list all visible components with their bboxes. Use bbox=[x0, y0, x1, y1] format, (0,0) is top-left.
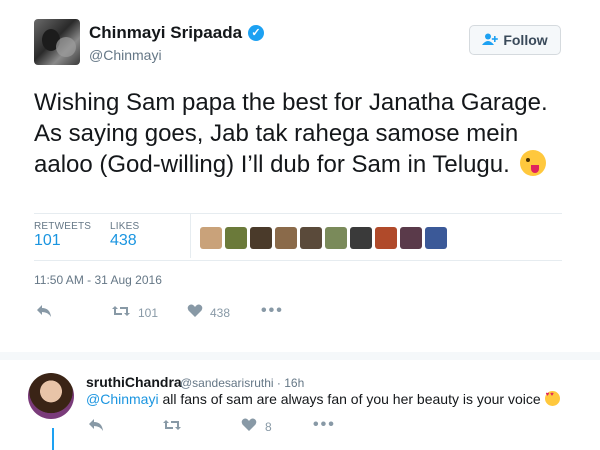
liker-avatar[interactable] bbox=[350, 227, 372, 249]
follow-person-icon bbox=[482, 33, 499, 48]
reply-author-name[interactable]: sruthiChandra bbox=[86, 374, 182, 390]
retweet-count: 101 bbox=[138, 306, 159, 320]
liker-avatar[interactable] bbox=[225, 227, 247, 249]
liker-avatar[interactable] bbox=[425, 227, 447, 249]
reply-author-avatar[interactable] bbox=[28, 373, 74, 419]
like-count: 438 bbox=[210, 306, 231, 320]
retweets-label: RETWEETS bbox=[34, 221, 92, 232]
author-name[interactable]: Chinmayi Sripaada bbox=[89, 23, 242, 43]
follow-button[interactable]: Follow bbox=[469, 25, 561, 55]
section-separator bbox=[0, 352, 600, 360]
likes-count: 438 bbox=[110, 232, 137, 249]
heart-eyes-emoji-icon bbox=[544, 391, 560, 406]
liker-avatar[interactable] bbox=[200, 227, 222, 249]
author-avatar[interactable] bbox=[34, 19, 80, 65]
liker-avatar[interactable] bbox=[250, 227, 272, 249]
divider-top bbox=[34, 213, 562, 214]
reply-time[interactable]: 16h bbox=[284, 376, 304, 390]
likers-avatars bbox=[200, 227, 447, 249]
author-handle[interactable]: @Chinmayi bbox=[89, 47, 162, 63]
heart-icon[interactable] bbox=[241, 418, 257, 437]
reply-mention-link[interactable]: @Chinmayi bbox=[86, 391, 159, 407]
reply-body: all fans of sam are always fan of you he… bbox=[158, 391, 541, 407]
likes-stat[interactable]: LIKES 438 bbox=[110, 221, 139, 250]
tweet-text: Wishing Sam papa the best for Janatha Ga… bbox=[34, 87, 554, 180]
liker-avatar[interactable] bbox=[375, 227, 397, 249]
divider-bottom bbox=[34, 260, 562, 261]
verified-badge-icon: ✓ bbox=[248, 25, 264, 41]
heart-icon[interactable] bbox=[187, 304, 203, 323]
reply-author-handle[interactable]: @sandesarisruthi bbox=[180, 376, 274, 390]
retweet-icon[interactable] bbox=[111, 304, 131, 323]
reply-like-count: 8 bbox=[265, 420, 272, 434]
liker-avatar[interactable] bbox=[275, 227, 297, 249]
retweet-icon[interactable] bbox=[162, 418, 182, 437]
reply-icon[interactable] bbox=[36, 304, 52, 323]
liker-avatar[interactable] bbox=[300, 227, 322, 249]
liker-avatar[interactable] bbox=[400, 227, 422, 249]
likes-label: LIKES bbox=[110, 221, 140, 232]
more-dots-icon[interactable]: ••• bbox=[313, 416, 336, 434]
winking-tongue-emoji-icon bbox=[520, 150, 547, 176]
reply-text: @Chinmayi all fans of sam are always fan… bbox=[86, 391, 560, 407]
thread-connector-line bbox=[52, 428, 54, 450]
follow-label: Follow bbox=[503, 32, 548, 48]
tweet-timestamp[interactable]: 11:50 AM - 31 Aug 2016 bbox=[34, 273, 162, 287]
more-dots-icon[interactable]: ••• bbox=[261, 302, 284, 320]
liker-avatar[interactable] bbox=[325, 227, 347, 249]
retweets-stat[interactable]: RETWEETS 101 bbox=[34, 221, 91, 250]
reply-meta: @sandesarisruthi · 16h bbox=[180, 376, 304, 390]
stats-separator bbox=[190, 214, 191, 258]
reply-icon[interactable] bbox=[88, 418, 104, 437]
retweets-count: 101 bbox=[34, 232, 61, 249]
tweet-body: Wishing Sam papa the best for Janatha Ga… bbox=[34, 89, 548, 178]
